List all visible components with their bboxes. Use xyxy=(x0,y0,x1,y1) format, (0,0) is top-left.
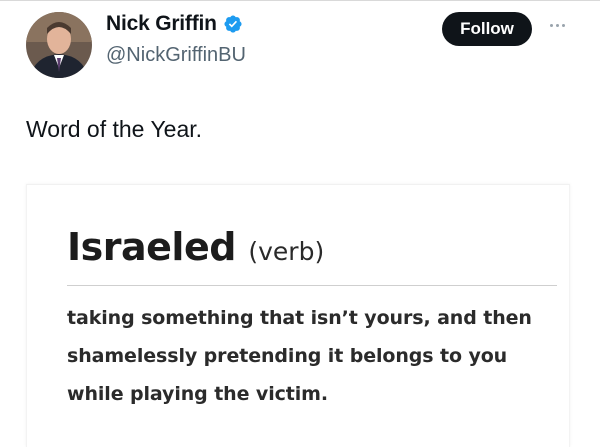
more-dot xyxy=(549,23,553,27)
definition-text: taking something that isn’t yours, and t… xyxy=(67,307,532,405)
definition-headword-row: Israeled (verb) xyxy=(67,225,324,269)
verified-badge-icon xyxy=(223,14,243,34)
author-handle[interactable]: @NickGriffinBU xyxy=(106,44,246,67)
profile-photo xyxy=(26,12,92,78)
tweet-text: Word of the Year. xyxy=(26,116,203,142)
more-options-icon[interactable] xyxy=(544,14,570,36)
follow-button[interactable]: Follow xyxy=(442,12,532,46)
author-display-name[interactable]: Nick Griffin xyxy=(106,12,217,36)
definition-divider xyxy=(67,285,557,286)
headword: Israeled xyxy=(67,225,236,269)
more-dot xyxy=(555,23,559,27)
part-of-speech: (verb) xyxy=(248,237,325,266)
avatar[interactable] xyxy=(26,12,92,78)
more-dot xyxy=(561,23,565,27)
author-name-row: Nick Griffin xyxy=(106,12,243,36)
media-card[interactable]: Israeled (verb) taking something that is… xyxy=(26,184,570,447)
top-divider xyxy=(0,0,600,1)
